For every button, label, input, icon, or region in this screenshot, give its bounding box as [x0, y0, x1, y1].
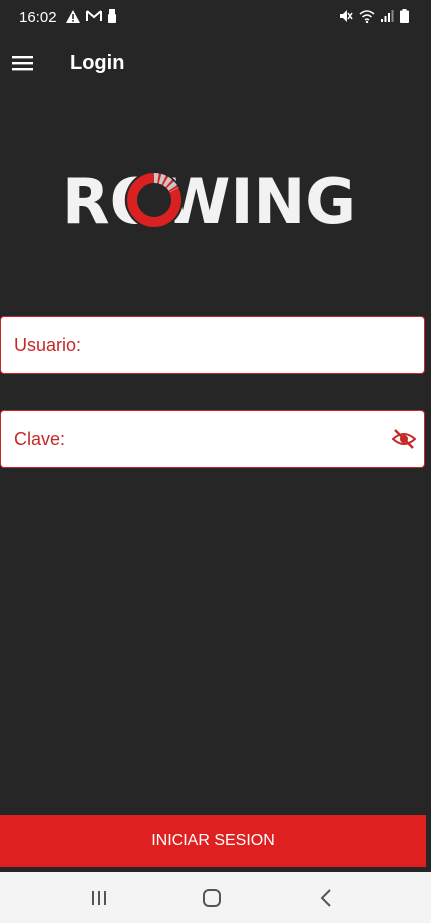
battery-icon — [400, 9, 409, 23]
back-button[interactable] — [311, 885, 341, 911]
back-icon — [320, 889, 331, 907]
status-system-icons — [339, 9, 409, 23]
usb-icon — [108, 9, 116, 23]
wifi-icon — [359, 9, 375, 23]
logo-text: ROWING — [62, 168, 356, 232]
hamburger-menu-icon — [12, 56, 33, 71]
username-input[interactable] — [14, 317, 378, 375]
username-field[interactable]: Usuario: — [0, 316, 425, 375]
home-icon — [203, 889, 221, 907]
home-button[interactable] — [197, 885, 227, 911]
recent-apps-button[interactable] — [84, 885, 114, 911]
rowing-logo: ROWING — [62, 165, 362, 238]
recent-apps-icon — [92, 891, 106, 905]
status-bar: 16:02 — [0, 0, 431, 34]
system-nav-bar — [0, 872, 431, 923]
gmail-icon — [86, 10, 102, 21]
mute-icon — [340, 10, 353, 22]
toggle-password-visibility-button[interactable] — [391, 427, 417, 451]
page-title: Login — [70, 52, 125, 74]
status-time: 16:02 — [19, 9, 57, 26]
logo-ring — [125, 171, 183, 229]
signal-icon — [381, 10, 394, 22]
warning-icon — [66, 9, 80, 23]
status-notification-icons — [66, 9, 116, 23]
login-button[interactable]: INICIAR SESION — [0, 815, 426, 867]
eye-off-icon — [391, 429, 417, 449]
password-input[interactable] — [14, 411, 378, 469]
menu-button[interactable] — [8, 48, 38, 78]
password-field[interactable]: Clave: — [0, 410, 425, 469]
app-bar: Login — [0, 40, 431, 88]
